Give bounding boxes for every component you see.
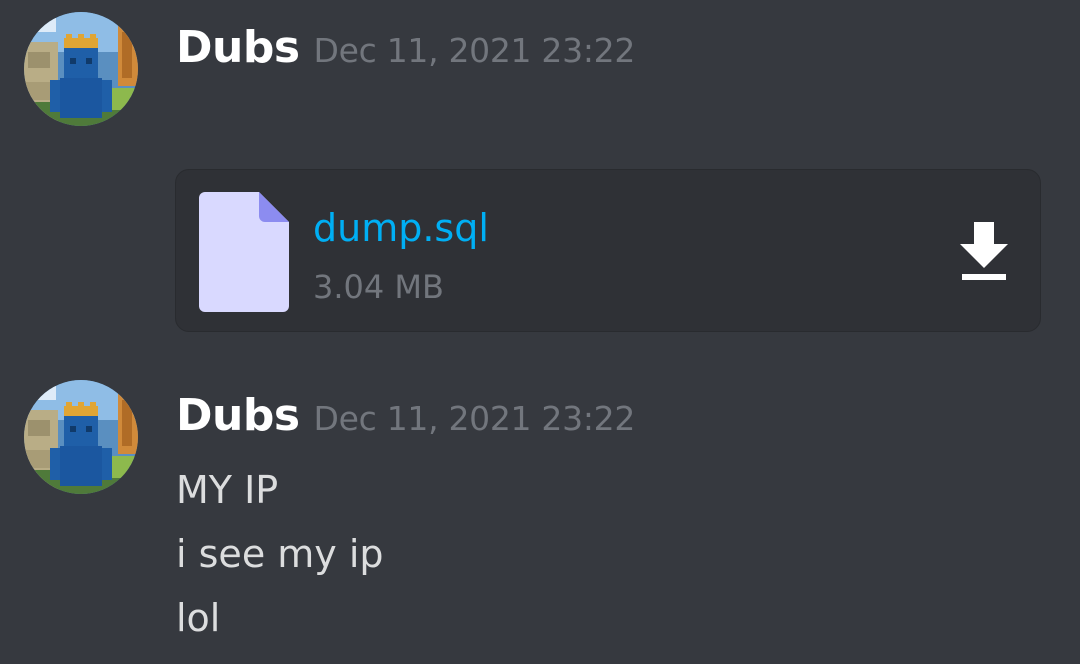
- file-name-link[interactable]: dump.sql: [313, 206, 489, 250]
- avatar-image: [24, 380, 138, 494]
- file-attachment: dump.sql 3.04 MB: [175, 169, 1041, 332]
- message-header: Dubs Dec 11, 2021 23:22: [176, 390, 635, 441]
- timestamp: Dec 11, 2021 23:22: [313, 399, 636, 438]
- message: Dubs Dec 11, 2021 23:22 MY IP i see my ip…: [0, 360, 1080, 664]
- file-icon: [199, 192, 289, 316]
- message: Dubs Dec 11, 2021 23:22 dump.sql 3.04 MB: [0, 0, 1080, 360]
- message-header: Dubs Dec 11, 2021 23:22: [176, 22, 635, 73]
- message-text: i see my ip: [176, 532, 384, 576]
- chat-log: Dubs Dec 11, 2021 23:22 dump.sql 3.04 MB: [0, 0, 1080, 664]
- message-text: lol: [176, 596, 221, 640]
- avatar-image: [24, 12, 138, 126]
- avatar[interactable]: [24, 12, 138, 126]
- username[interactable]: Dubs: [176, 22, 300, 73]
- timestamp: Dec 11, 2021 23:22: [313, 31, 636, 70]
- avatar[interactable]: [24, 380, 138, 494]
- download-icon[interactable]: [956, 222, 1012, 282]
- message-text: MY IP: [176, 468, 279, 512]
- file-size: 3.04 MB: [313, 268, 444, 306]
- username[interactable]: Dubs: [176, 390, 300, 441]
